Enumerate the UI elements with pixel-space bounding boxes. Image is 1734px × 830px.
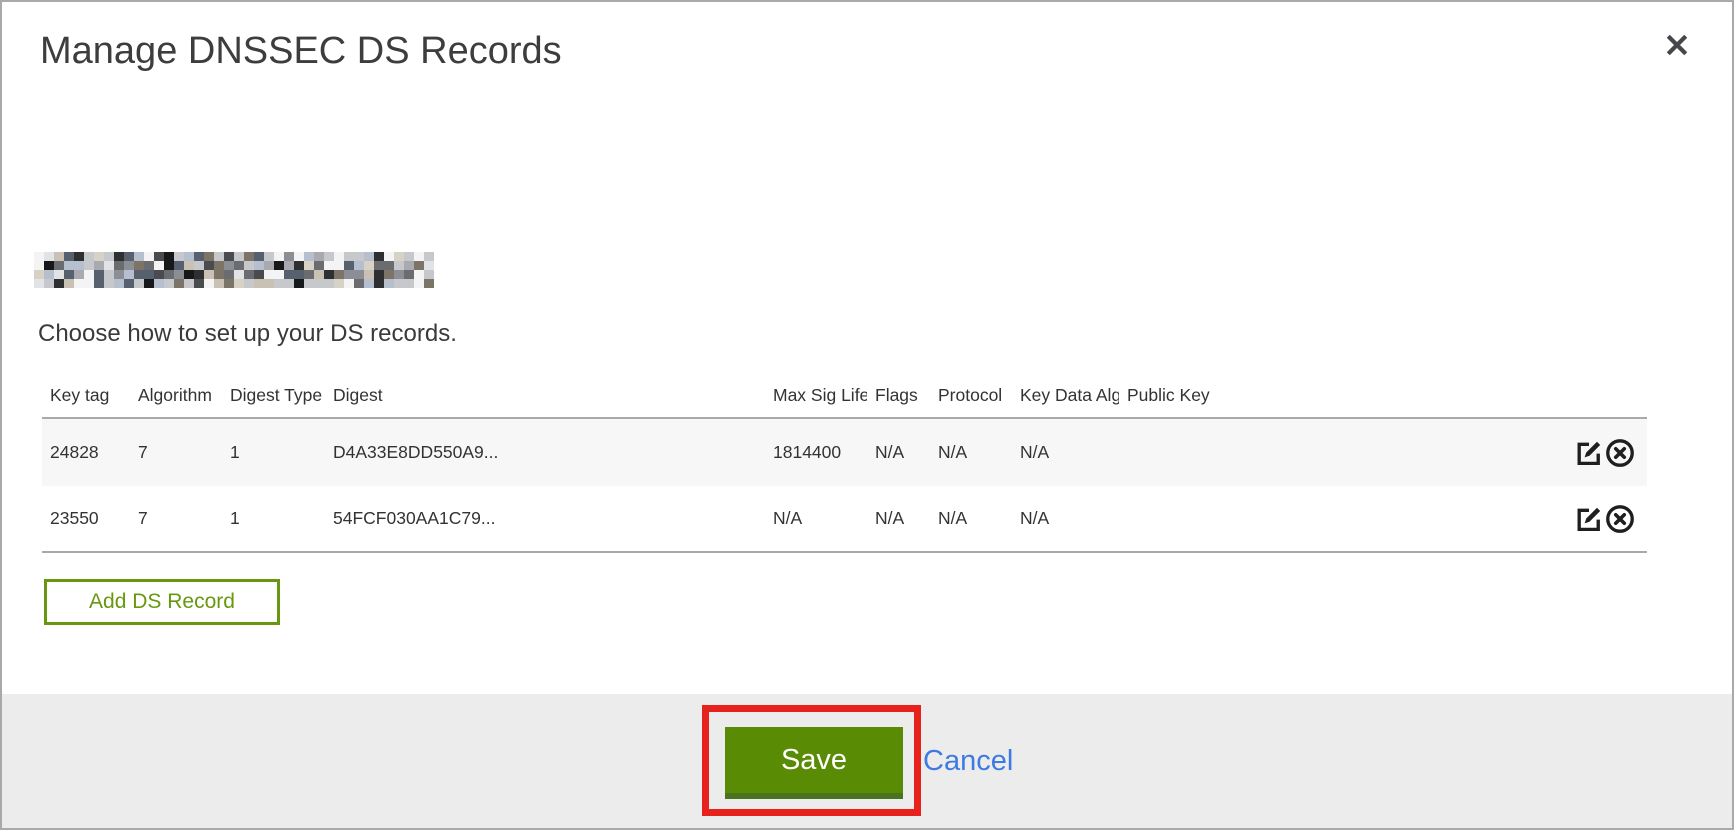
delete-record-button[interactable] xyxy=(1605,504,1635,534)
cancel-link[interactable]: Cancel xyxy=(923,727,1013,799)
col-header-key-data-alg: Key Data Alg xyxy=(1012,385,1119,406)
cell-max-sig-life: 1814400 xyxy=(765,442,867,463)
dialog-title: Manage DNSSEC DS Records xyxy=(40,30,562,73)
table-row: 23550 7 1 54FCF030AA1C79... N/A N/A N/A … xyxy=(42,486,1647,553)
ds-records-table: Key tag Algorithm Digest Type Digest Max… xyxy=(42,374,1647,553)
col-header-flags: Flags xyxy=(867,385,930,406)
cell-key-data-alg: N/A xyxy=(1012,442,1119,463)
save-button[interactable]: Save xyxy=(725,727,903,799)
col-header-digest: Digest xyxy=(325,385,765,406)
delete-icon xyxy=(1605,438,1635,468)
cell-flags: N/A xyxy=(867,508,930,529)
delete-icon xyxy=(1605,504,1635,534)
col-header-key-tag: Key tag xyxy=(42,385,130,406)
cell-digest-type: 1 xyxy=(222,442,325,463)
col-header-max-sig-life: Max Sig Life xyxy=(765,385,867,406)
edit-icon xyxy=(1574,504,1604,534)
row-actions xyxy=(1569,504,1647,534)
cell-key-tag: 24828 xyxy=(42,442,130,463)
close-button[interactable] xyxy=(1657,26,1697,66)
cell-algorithm: 7 xyxy=(130,442,222,463)
cell-digest: D4A33E8DD550A9... xyxy=(325,442,765,463)
cell-max-sig-life: N/A xyxy=(765,508,867,529)
cell-key-data-alg: N/A xyxy=(1012,508,1119,529)
edit-record-button[interactable] xyxy=(1574,438,1604,468)
table-row: 24828 7 1 D4A33E8DD550A9... 1814400 N/A … xyxy=(42,419,1647,486)
add-ds-record-button[interactable]: Add DS Record xyxy=(44,579,280,625)
cell-protocol: N/A xyxy=(930,508,1012,529)
cell-flags: N/A xyxy=(867,442,930,463)
col-header-public-key: Public Key xyxy=(1119,385,1569,406)
col-header-algorithm: Algorithm xyxy=(130,385,222,406)
col-header-digest-type: Digest Type xyxy=(222,385,325,406)
instruction-text: Choose how to set up your DS records. xyxy=(38,320,457,348)
edit-record-button[interactable] xyxy=(1574,504,1604,534)
close-icon xyxy=(1663,31,1691,59)
cell-key-tag: 23550 xyxy=(42,508,130,529)
dialog-footer: Save Cancel xyxy=(2,694,1732,828)
edit-icon xyxy=(1574,438,1604,468)
delete-record-button[interactable] xyxy=(1605,438,1635,468)
cell-protocol: N/A xyxy=(930,442,1012,463)
cell-algorithm: 7 xyxy=(130,508,222,529)
cell-digest: 54FCF030AA1C79... xyxy=(325,508,765,529)
row-actions xyxy=(1569,438,1647,468)
col-header-protocol: Protocol xyxy=(930,385,1012,406)
domain-name-redacted xyxy=(34,252,434,288)
dnssec-dialog: Manage DNSSEC DS Records Choose how to s… xyxy=(0,0,1734,830)
table-header-row: Key tag Algorithm Digest Type Digest Max… xyxy=(42,374,1647,419)
cell-digest-type: 1 xyxy=(222,508,325,529)
